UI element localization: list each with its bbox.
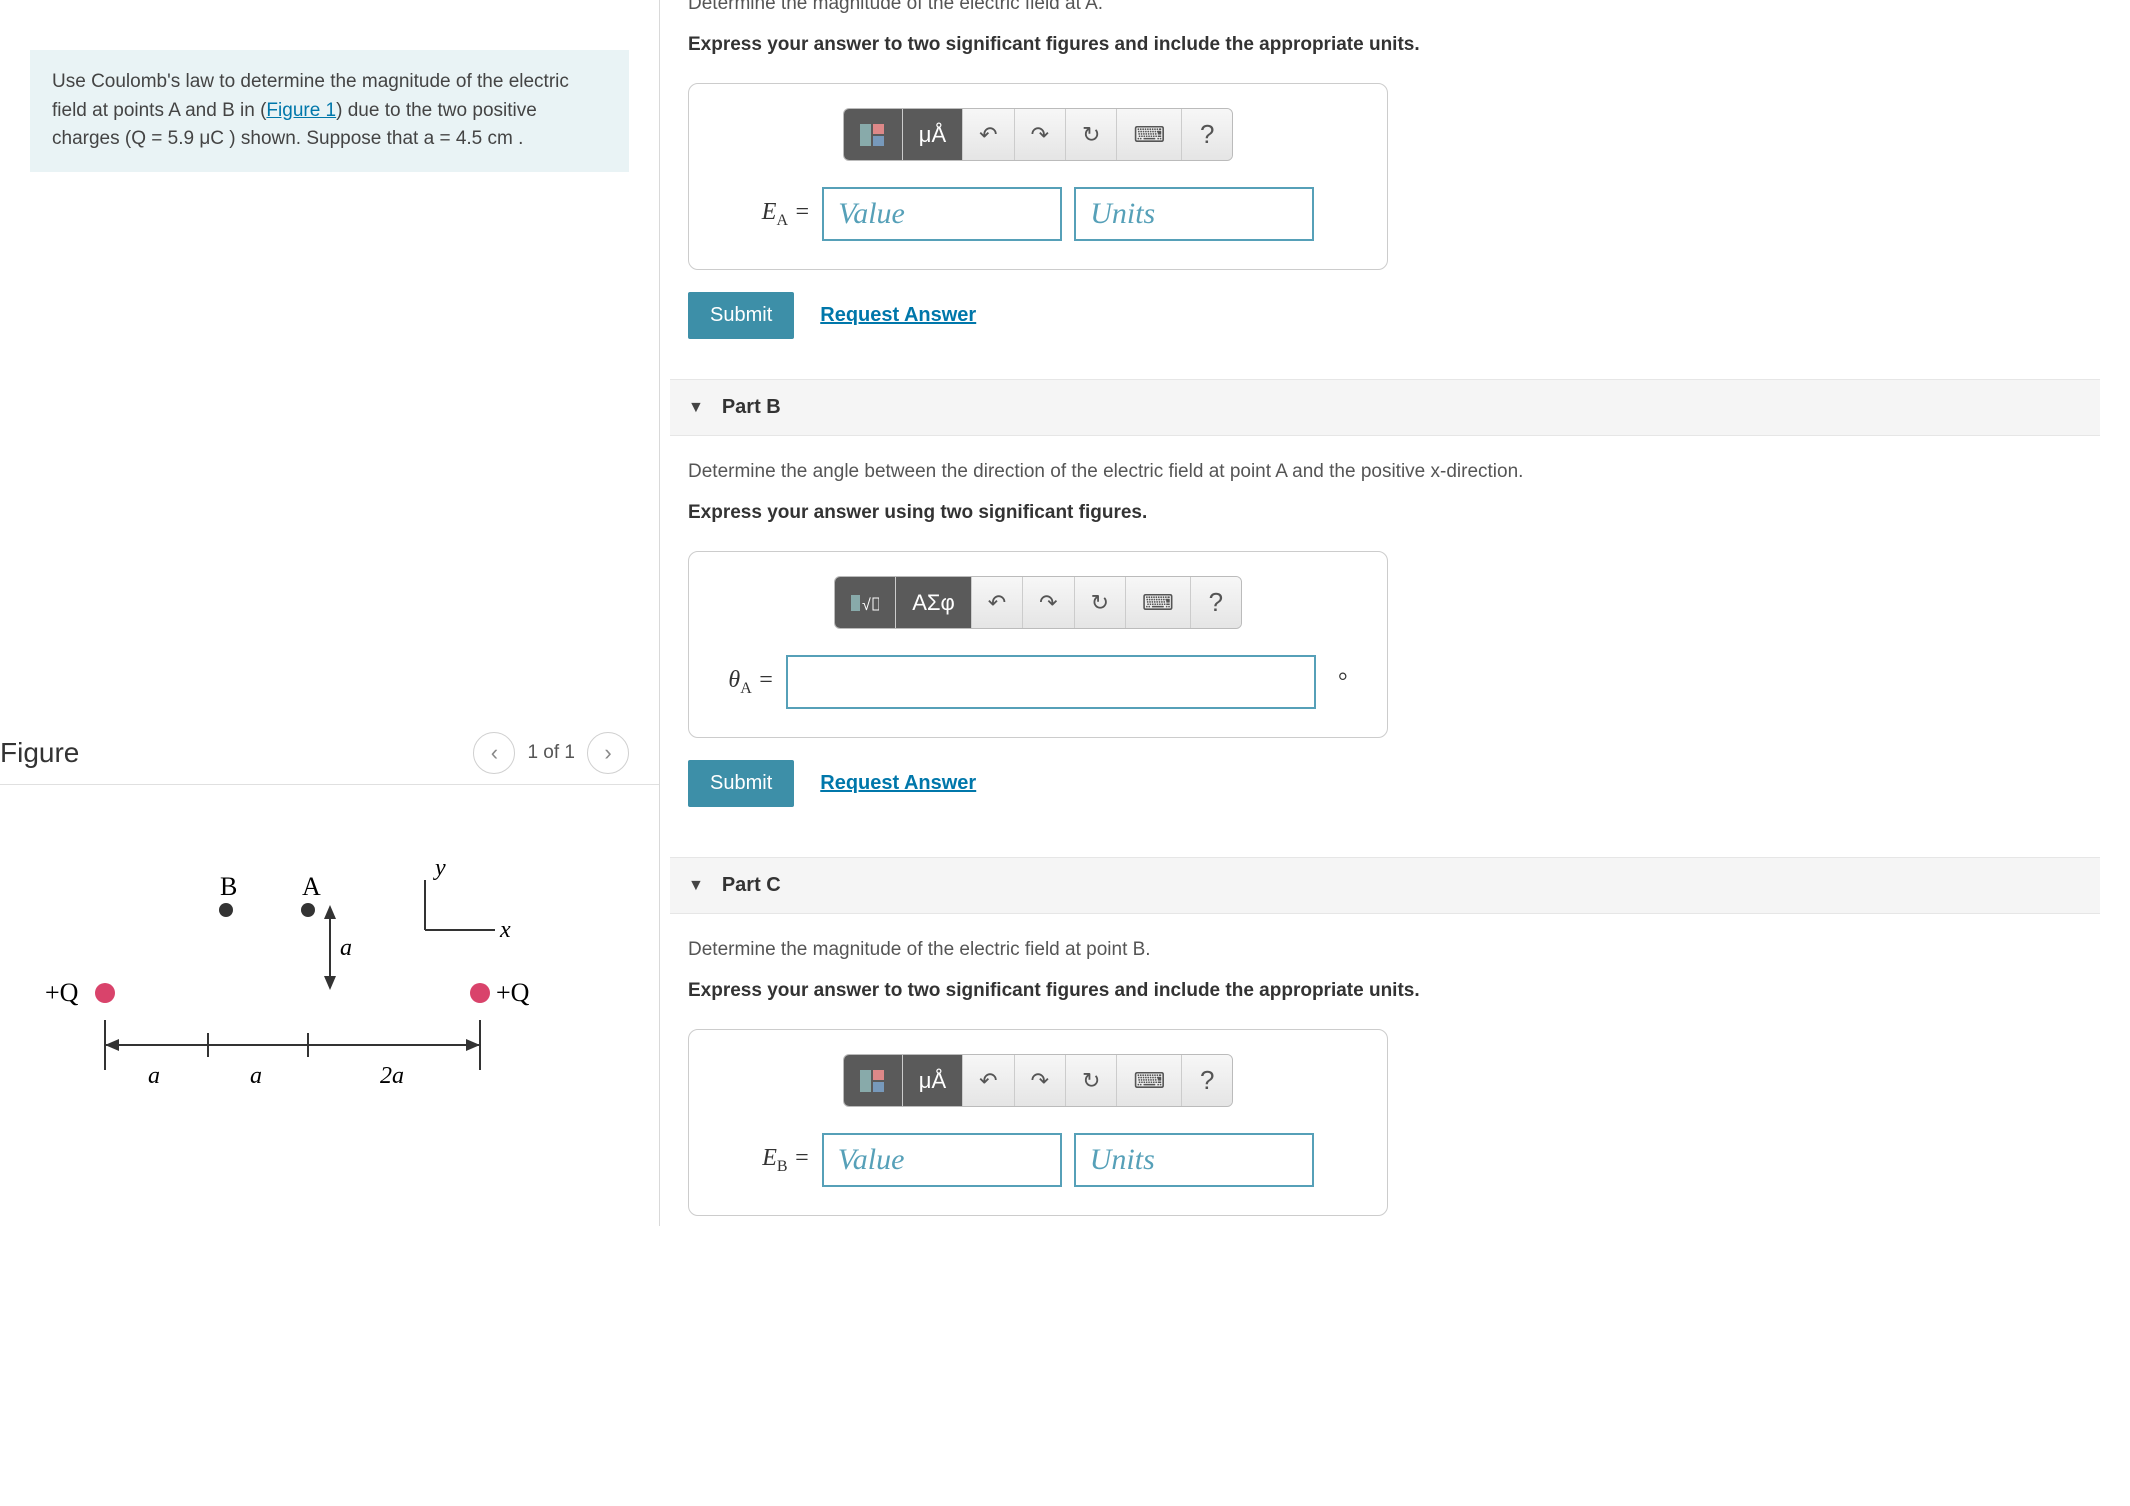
svg-text:√: √ xyxy=(862,597,871,614)
partB-var-label: θA = xyxy=(728,667,774,698)
collapse-icon: ▼ xyxy=(688,399,704,417)
figure-link[interactable]: Figure 1 xyxy=(266,100,336,121)
degree-symbol: ° xyxy=(1338,669,1348,696)
partB-label: Part B xyxy=(722,396,781,419)
partA-answer-box: μÅ ↶ ↷ ↻ ⌨ ? EA = xyxy=(688,83,1388,270)
partC-units-input[interactable] xyxy=(1074,1133,1314,1187)
partA-value-input[interactable] xyxy=(822,187,1062,241)
partA-var-label: EA = xyxy=(762,199,810,230)
undo-icon[interactable]: ↶ xyxy=(963,109,1014,160)
figure-prev-button[interactable]: ‹ xyxy=(473,732,515,774)
partB-prompt: Determine the angle between the directio… xyxy=(688,458,2082,487)
keyboard-icon[interactable]: ⌨ xyxy=(1126,577,1191,628)
keyboard-icon[interactable]: ⌨ xyxy=(1117,109,1182,160)
figure-diagram: B A a y x +Q +Q a a 2a xyxy=(30,845,590,1125)
partC-header[interactable]: ▼ Part C xyxy=(670,857,2100,914)
label-a: a xyxy=(340,935,352,961)
undo-icon[interactable]: ↶ xyxy=(972,577,1023,628)
label-B: B xyxy=(220,872,237,901)
partA-units-input[interactable] xyxy=(1074,187,1314,241)
partC-instruction: Express your answer to two significant f… xyxy=(688,977,2082,1006)
format-button[interactable]: √ xyxy=(835,577,896,628)
label-x: x xyxy=(499,917,511,943)
partC-toolbar: μÅ ↶ ↷ ↻ ⌨ ? xyxy=(843,1054,1233,1107)
greek-button[interactable]: ΑΣφ xyxy=(896,577,972,628)
problem-statement: Use Coulomb's law to determine the magni… xyxy=(30,50,629,172)
partB-header[interactable]: ▼ Part B xyxy=(670,379,2100,436)
figure-pager: 1 of 1 xyxy=(527,742,575,764)
label-y: y xyxy=(433,855,446,881)
figure-next-button[interactable]: › xyxy=(587,732,629,774)
label-plusQ-right: +Q xyxy=(496,978,530,1007)
units-button[interactable]: μÅ xyxy=(903,109,963,160)
partA-prompt: Determine the magnitude of the electric … xyxy=(688,0,2100,19)
partB-toolbar: √ ΑΣφ ↶ ↷ ↻ ⌨ ? xyxy=(834,576,1242,629)
help-icon[interactable]: ? xyxy=(1182,109,1232,160)
format-button[interactable] xyxy=(844,109,903,160)
partA-toolbar: μÅ ↶ ↷ ↻ ⌨ ? xyxy=(843,108,1233,161)
partA-instruction: Express your answer to two significant f… xyxy=(688,31,2100,60)
partC-value-input[interactable] xyxy=(822,1133,1062,1187)
partA-request-answer-link[interactable]: Request Answer xyxy=(820,304,976,327)
partC-prompt: Determine the magnitude of the electric … xyxy=(688,936,2082,965)
redo-icon[interactable]: ↷ xyxy=(1023,577,1074,628)
keyboard-icon[interactable]: ⌨ xyxy=(1117,1055,1182,1106)
help-icon[interactable]: ? xyxy=(1182,1055,1232,1106)
partC-answer-box: μÅ ↶ ↷ ↻ ⌨ ? EB = xyxy=(688,1029,1388,1216)
figure-title: Figure xyxy=(0,737,79,769)
svg-text:a: a xyxy=(250,1063,262,1089)
reset-icon[interactable]: ↻ xyxy=(1066,109,1117,160)
label-plusQ-left: +Q xyxy=(45,978,79,1007)
partC-label: Part C xyxy=(722,874,781,897)
redo-icon[interactable]: ↷ xyxy=(1015,1055,1066,1106)
svg-text:a: a xyxy=(148,1063,160,1089)
redo-icon[interactable]: ↷ xyxy=(1015,109,1066,160)
help-icon[interactable]: ? xyxy=(1191,577,1241,628)
label-A: A xyxy=(302,872,321,901)
undo-icon[interactable]: ↶ xyxy=(963,1055,1014,1106)
collapse-icon: ▼ xyxy=(688,877,704,895)
partC-var-label: EB = xyxy=(762,1145,810,1176)
reset-icon[interactable]: ↻ xyxy=(1066,1055,1117,1106)
reset-icon[interactable]: ↻ xyxy=(1075,577,1126,628)
partB-answer-box: √ ΑΣφ ↶ ↷ ↻ ⌨ ? θA = ° xyxy=(688,551,1388,738)
partB-submit-button[interactable]: Submit xyxy=(688,760,794,807)
partB-value-input[interactable] xyxy=(786,655,1316,709)
partB-instruction: Express your answer using two significan… xyxy=(688,499,2082,528)
partB-request-answer-link[interactable]: Request Answer xyxy=(820,772,976,795)
label-2a: 2a xyxy=(380,1063,404,1089)
units-button[interactable]: μÅ xyxy=(903,1055,963,1106)
partA-submit-button[interactable]: Submit xyxy=(688,292,794,339)
format-button[interactable] xyxy=(844,1055,903,1106)
